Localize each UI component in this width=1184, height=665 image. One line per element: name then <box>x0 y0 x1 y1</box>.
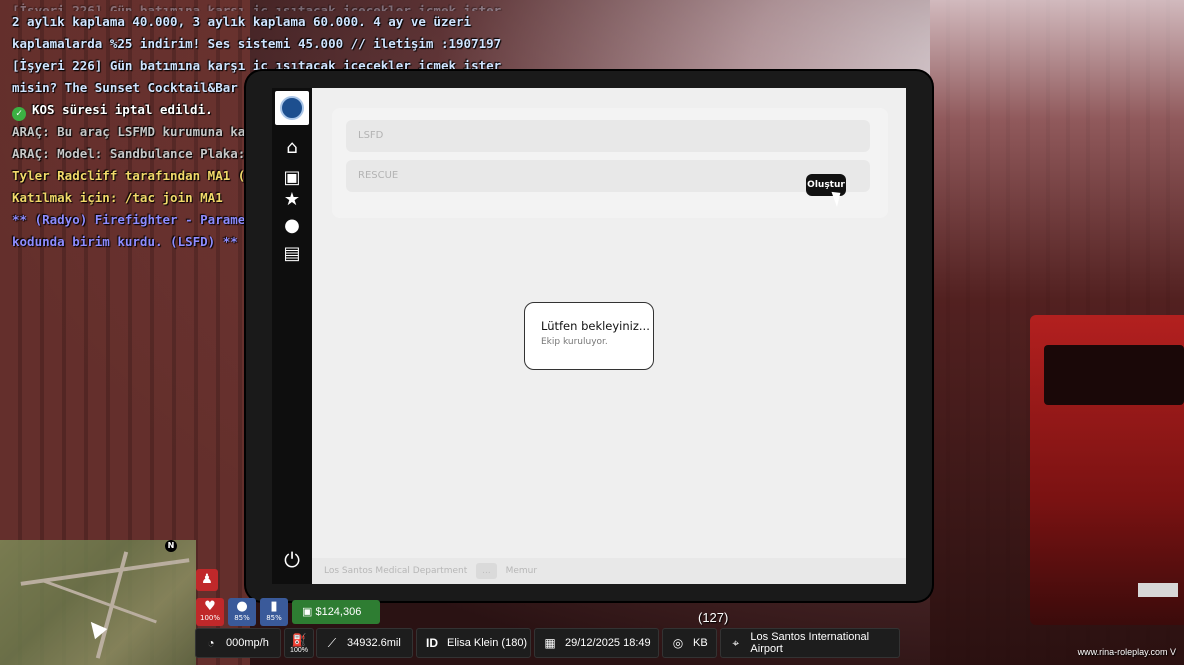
money-display: ▣ $124,306 <box>292 600 380 624</box>
drink-icon: ▮ <box>270 599 278 614</box>
datetime-box: ▦ 29/12/2025 18:49 <box>534 628 659 658</box>
datetime-value: 29/12/2025 18:49 <box>565 637 651 649</box>
department-logo-icon[interactable] <box>275 91 309 125</box>
players-online: (127) <box>698 610 729 625</box>
tablet-content: LSFD RESCUE Oluştur Lütfen bekleyiniz...… <box>312 88 906 584</box>
department-field[interactable]: LSFD <box>346 120 870 152</box>
hunger-stat: ● 85% <box>228 598 256 626</box>
direction-box: ◎ KB <box>662 628 717 658</box>
fuel-icon: ⛽ <box>291 632 307 647</box>
tablet-screen: ⌂ ▣ ★ ● ▤ ⏻ LSFD RESCUE Oluştur Lütfen b… <box>272 88 906 584</box>
server-logo-icon: V <box>1169 647 1176 657</box>
hunger-value: 85% <box>234 614 250 622</box>
footer-rank: Memur <box>505 566 538 576</box>
loading-subtitle: Ekip kuruluyor. <box>541 337 608 347</box>
chat-line: [İşyeri 226] Gün batımına karşı iç ısıta… <box>12 3 502 11</box>
watermark-text: www.rina-roleplay.com <box>1077 647 1168 657</box>
truck-plate <box>1138 583 1178 597</box>
speedometer-icon: ◔ <box>207 636 215 650</box>
unit-form-card: LSFD RESCUE <box>332 108 888 218</box>
north-icon: N <box>165 540 177 552</box>
location-value: Los Santos International Airport <box>750 631 870 655</box>
compass-icon: ◎ <box>672 636 684 650</box>
wallet-icon: ▣ <box>302 606 316 618</box>
check-icon: ✓ <box>12 107 26 121</box>
speed-box: ◔ 000mp/h <box>195 628 281 658</box>
money-value: $124,306 <box>315 606 362 618</box>
loading-title: Lütfen bekleyiniz... <box>541 319 650 333</box>
house-icon[interactable]: ⌂ <box>280 138 304 158</box>
food-icon: ● <box>236 599 248 614</box>
id-label: ID <box>426 636 438 650</box>
character-icon: ♟ <box>196 569 218 591</box>
mileage-box: ⟋ 34932.6mil <box>316 628 413 658</box>
mdt-tablet: ⌂ ▣ ★ ● ▤ ⏻ LSFD RESCUE Oluştur Lütfen b… <box>246 71 932 601</box>
health-stat: ♥ 100% <box>196 598 224 626</box>
tablet-sidebar: ⌂ ▣ ★ ● ▤ ⏻ <box>272 88 312 584</box>
chat-line-text: KOS süresi iptal edildi. <box>32 102 213 117</box>
player-id-box: ID Elisa Klein (180) <box>416 628 531 658</box>
power-icon[interactable]: ⏻ <box>278 546 306 574</box>
server-watermark: www.rina-roleplay.com V <box>1078 647 1176 657</box>
calendar-icon: ▦ <box>544 636 556 650</box>
player-name: Elisa Klein (180) <box>447 637 528 649</box>
archive-icon[interactable]: ▤ <box>280 244 304 264</box>
star-icon[interactable]: ★ <box>280 190 304 210</box>
thirst-stat: ▮ 85% <box>260 598 288 626</box>
truck-window <box>1044 345 1184 405</box>
health-value: 100% <box>199 614 220 622</box>
briefcase-icon[interactable]: ▣ <box>280 168 304 188</box>
fuel-box: ⛽ 100% <box>284 628 314 658</box>
chat-line: 2 aylık kaplama 40.000, 3 aylık kaplama … <box>12 14 472 29</box>
direction-value: KB <box>693 637 708 649</box>
heart-icon: ♥ <box>204 599 216 614</box>
footer-tag: ... <box>476 563 497 579</box>
thirst-value: 85% <box>266 614 282 622</box>
mileage-value: 34932.6mil <box>347 637 401 649</box>
speed-value: 000mp/h <box>226 637 269 649</box>
road-icon: ⟋ <box>327 635 337 650</box>
tablet-footer: Los Santos Medical Department ... Memur <box>312 558 906 584</box>
footer-department: Los Santos Medical Department <box>324 566 468 576</box>
fire-truck <box>1030 315 1184 625</box>
location-box: ⌖ Los Santos International Airport <box>720 628 900 658</box>
fuel-value: 100% <box>290 646 308 654</box>
minimap <box>0 540 196 665</box>
map-road <box>43 579 157 624</box>
location-pin-icon: ⌖ <box>732 635 740 650</box>
unit-name-field[interactable]: RESCUE <box>346 160 870 192</box>
user-icon[interactable]: ● <box>280 216 304 236</box>
loading-dialog: Lütfen bekleyiniz... Ekip kuruluyor. <box>524 302 654 370</box>
chat-line: kaplamalarda %25 indirim! Ses sistemi 45… <box>12 36 502 51</box>
